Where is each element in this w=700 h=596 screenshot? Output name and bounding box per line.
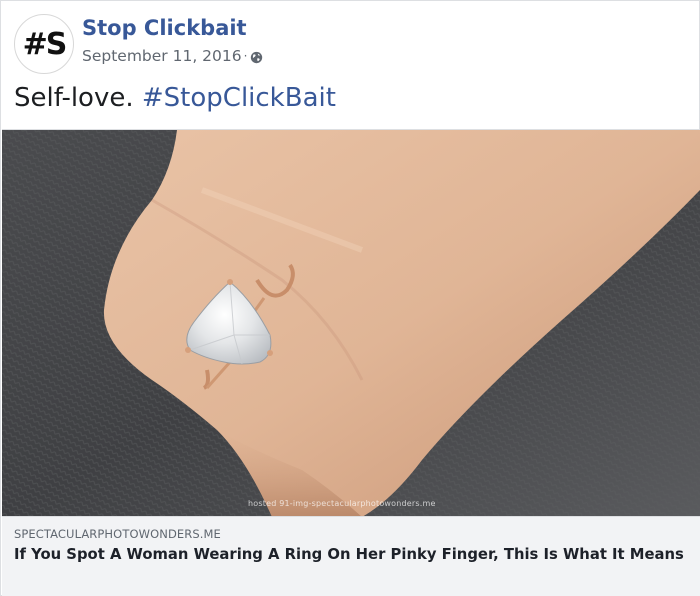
post-photo[interactable]: hosted 91-img-spectacularphotowonders.me <box>2 129 700 516</box>
post-message-text: Self-love. <box>14 83 134 113</box>
photo-watermark: hosted 91-img-spectacularphotowonders.me <box>248 499 436 508</box>
post-message: Self-love. #StopClickBait <box>14 83 336 113</box>
page-avatar[interactable]: #S <box>14 14 74 74</box>
post-meta: September 11, 2016 · <box>82 47 263 65</box>
page-name-link[interactable]: Stop Clickbait <box>82 16 247 40</box>
link-domain: SPECTACULARPHOTOWONDERS.ME <box>14 527 221 541</box>
link-preview[interactable]: SPECTACULARPHOTOWONDERS.ME If You Spot A… <box>2 516 700 596</box>
meta-separator: · <box>243 49 248 63</box>
globe-icon[interactable] <box>250 50 263 63</box>
photo-illustration <box>2 130 700 516</box>
facebook-post: #S Stop Clickbait September 11, 2016 · S… <box>0 0 700 596</box>
post-header: #S Stop Clickbait September 11, 2016 · <box>14 14 674 74</box>
hashtag-link[interactable]: #StopClickBait <box>142 83 336 113</box>
post-timestamp-link[interactable]: September 11, 2016 <box>82 47 242 65</box>
link-title[interactable]: If You Spot A Woman Wearing A Ring On He… <box>14 545 686 565</box>
